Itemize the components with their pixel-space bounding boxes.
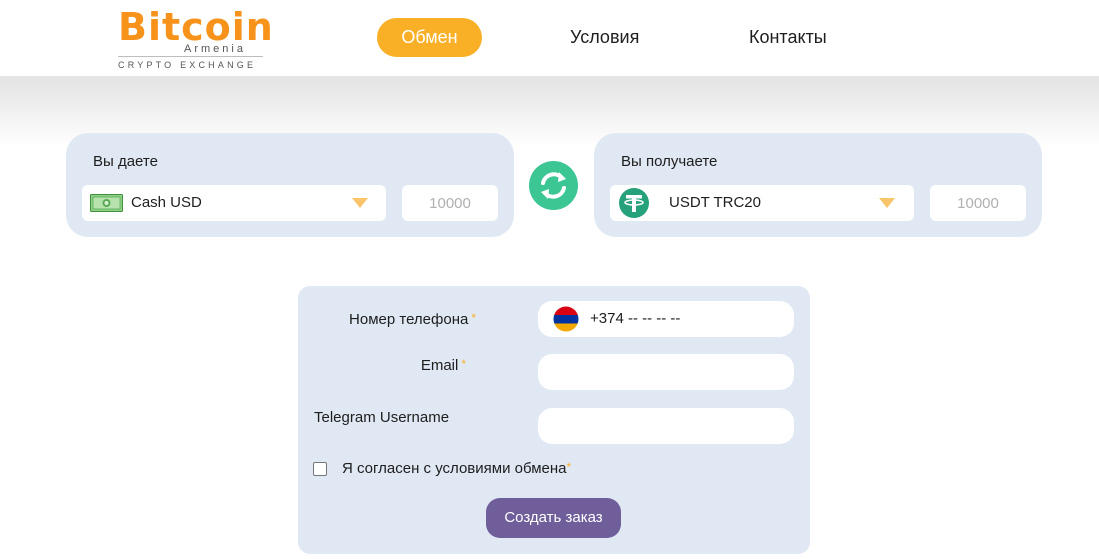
give-currency-label: Cash USD <box>131 194 202 211</box>
chevron-down-icon <box>879 198 895 208</box>
email-label: Email * <box>298 357 466 374</box>
email-label-text: Email <box>420 357 459 374</box>
phone-prefix: +374 -- -- -- -- <box>590 310 681 327</box>
give-label: Вы даете <box>93 153 158 170</box>
nav-terms[interactable]: Условия <box>570 18 639 57</box>
phone-input[interactable]: +374 -- -- -- -- <box>538 301 794 337</box>
required-mark: * <box>461 357 466 371</box>
chevron-down-icon <box>352 198 368 208</box>
logo-sub: Armenia <box>184 43 246 55</box>
agree-label[interactable]: Я согласен с условиями обмена* <box>342 460 571 477</box>
phone-label-text: Номер телефона <box>349 311 469 328</box>
give-panel: Вы даете Cash USD <box>66 133 514 237</box>
receive-amount-input[interactable] <box>930 185 1026 221</box>
armenia-flag-icon <box>553 306 579 332</box>
site-header: Bitcoin Armenia CRYPTO EXCHANGE Обмен Ус… <box>0 0 1099 77</box>
logo-tagline: CRYPTO EXCHANGE <box>118 60 257 70</box>
order-form: Номер телефона * +374 -- -- -- -- Email * … <box>298 286 810 554</box>
give-amount-input[interactable] <box>402 185 498 221</box>
give-currency-select[interactable]: Cash USD <box>82 185 386 221</box>
nav-contacts[interactable]: Контакты <box>749 18 827 57</box>
required-mark: * <box>471 311 476 325</box>
swap-arrows-icon <box>541 172 566 199</box>
receive-panel: Вы получаете USDT TRC20 <box>594 133 1042 237</box>
swap-button[interactable] <box>529 161 578 210</box>
receive-currency-label: USDT TRC20 <box>669 194 761 211</box>
receive-currency-select[interactable]: USDT TRC20 <box>610 185 914 221</box>
nav-exchange[interactable]: Обмен <box>377 18 482 57</box>
banknote-icon <box>90 194 123 212</box>
agree-checkbox[interactable] <box>313 462 327 476</box>
agree-label-text: Я согласен с условиями обмена <box>342 460 567 477</box>
telegram-label: Telegram Username <box>314 409 450 426</box>
telegram-input[interactable] <box>538 408 794 444</box>
receive-label: Вы получаете <box>621 153 718 170</box>
logo[interactable]: Bitcoin Armenia CRYPTO EXCHANGE <box>118 5 273 73</box>
tether-icon <box>619 188 649 218</box>
create-order-button[interactable]: Создать заказ <box>486 498 621 538</box>
required-mark: * <box>566 460 572 474</box>
email-input[interactable] <box>538 354 794 390</box>
phone-label: Номер телефона * <box>298 311 476 328</box>
logo-divider <box>118 56 263 57</box>
